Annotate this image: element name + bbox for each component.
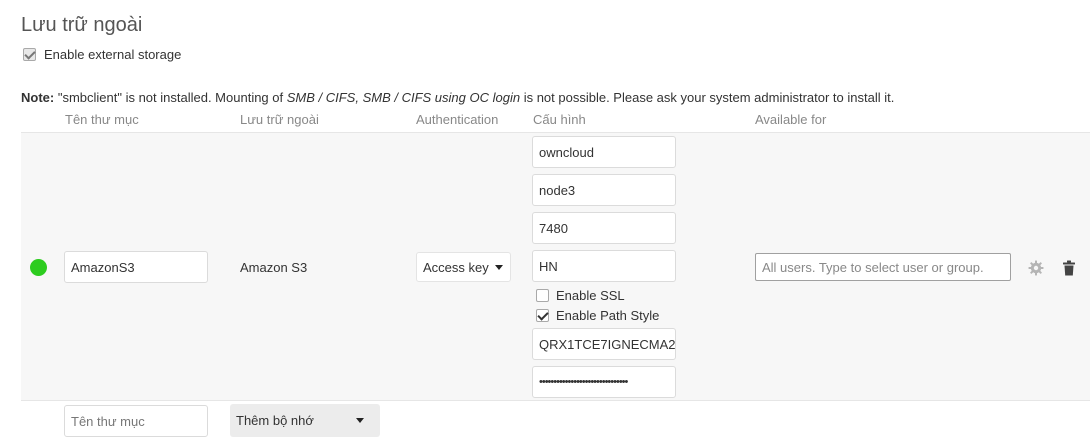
section-title: Lưu trữ ngoài [21,14,143,36]
path-style-label: Enable Path Style [556,308,660,323]
enable-ssl-checkbox[interactable] [536,289,549,302]
config-bucket-input[interactable]: owncloud [532,136,676,168]
config-region-input[interactable]: HN [532,250,676,282]
trash-icon[interactable] [1060,259,1078,277]
header-configuration: Cấu hình [533,112,586,127]
path-style-option[interactable]: Enable Path Style [536,308,659,323]
config-port-input[interactable]: 7480 [532,212,676,244]
add-storage-label: Thêm bộ nhớ [236,413,314,428]
status-indicator [30,259,47,276]
note-text-1: "smbclient" is not installed. Mounting o… [54,90,287,105]
enable-ssl-label: Enable SSL [556,288,625,303]
authentication-select-value: Access key [423,259,489,275]
header-folder-name: Tên thư mục [65,112,139,127]
note-prefix: Note: [21,90,55,105]
enable-ssl-option[interactable]: Enable SSL [536,288,625,303]
enable-external-storage-checkbox[interactable] [23,48,36,61]
header-authentication: Authentication [416,112,499,127]
note-backends: SMB / CIFS, SMB / CIFS using OC login [286,90,521,105]
add-storage-select[interactable]: Thêm bộ nhớ [230,404,380,437]
config-access-key-input[interactable]: QRX1TCE7IGNECMA2 [532,328,676,360]
enable-external-storage-label: Enable external storage [44,47,182,62]
chevron-down-icon [494,264,503,270]
config-hostname-input[interactable]: node3 [532,174,676,206]
chevron-down-icon [356,418,364,423]
path-style-checkbox[interactable] [536,309,549,322]
folder-name-input[interactable]: AmazonS3 [64,251,208,283]
header-available-for: Available for [755,112,827,127]
smbclient-note: Note: "smbclient" is not installed. Moun… [21,90,894,105]
note-text-2: is not possible. Please ask your system … [520,90,895,105]
gear-icon[interactable] [1027,259,1045,277]
config-secret-key-input[interactable]: ••••••••••••••••••••••••••••••• [532,366,676,398]
available-for-input[interactable]: All users. Type to select user or group. [755,253,1011,281]
authentication-select[interactable]: Access key [416,252,511,282]
enable-external-storage-toggle[interactable]: Enable external storage [23,47,181,62]
header-external-storage: Lưu trữ ngoài [240,112,319,127]
new-folder-name-input[interactable]: Tên thư mục [64,405,208,437]
storage-type-label: Amazon S3 [240,260,308,275]
